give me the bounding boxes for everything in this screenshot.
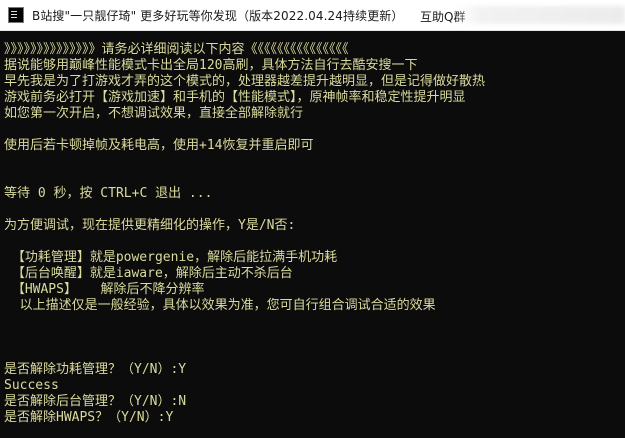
console-line: 》》》》》》》》》》》》》》请务必详细阅读以下内容《《《《《《《《《《《《《《《: [4, 42, 349, 57]
console-line: 【后台唤醒】就是iaware，解除后主动不杀后台: [4, 266, 293, 281]
console-line: 以上描述仅是一般经验，具体以效果为准，您可自行组合调试合适的效果: [4, 298, 436, 313]
console-line: 使用后若卡顿掉帧及耗电高，使用+14恢复并重启即可: [4, 138, 314, 153]
console-line: 是否解除HWAPS？（Y/N）:Y: [4, 410, 174, 425]
console-app-icon: [8, 7, 24, 23]
console-output[interactable]: 》》》》》》》》》》》》》》请务必详细阅读以下内容《《《《《《《《《《《《《《《…: [0, 31, 625, 438]
window-titlebar[interactable]: B站搜"一只靓仔琦" 更多好玩等你发现（版本2022.04.24持续更新） 互助…: [0, 0, 625, 31]
console-line: 游戏前务必打开【游戏加速】和手机的【性能模式】，原神帧率和稳定性提升明显: [4, 90, 466, 105]
window-title: B站搜"一只靓仔琦" 更多好玩等你发现（版本2022.04.24持续更新）: [32, 8, 404, 23]
blurred-title-region: [455, 6, 625, 24]
console-line: 是否解除功耗管理？（Y/N）:Y: [4, 362, 187, 377]
console-line: 据说能够用巅峰性能模式卡出全局120高刷，具体方法自行去酷安搜一下: [4, 58, 418, 73]
console-line: 早先我是为了打游戏才弄的这个模式的，处理器越差提升越明显，但是记得做好散热: [4, 74, 486, 89]
console-line: 【功耗管理】就是powergenie，解除后能拉满手机功耗: [4, 250, 338, 265]
console-line: 等待 0 秒，按 CTRL+C 退出 ...: [4, 186, 213, 201]
console-line: 是否解除后台管理？（Y/N）:N: [4, 394, 187, 409]
console-line: 如您第一次开启，不想调试效果，直接全部解除就行: [4, 106, 304, 121]
console-line: 为方便调试，现在提供更精细化的操作，Y是/N否:: [4, 218, 296, 233]
console-line: Success: [4, 378, 59, 393]
console-line: 【HWAPS】 解除后不降分辨率: [4, 282, 205, 297]
